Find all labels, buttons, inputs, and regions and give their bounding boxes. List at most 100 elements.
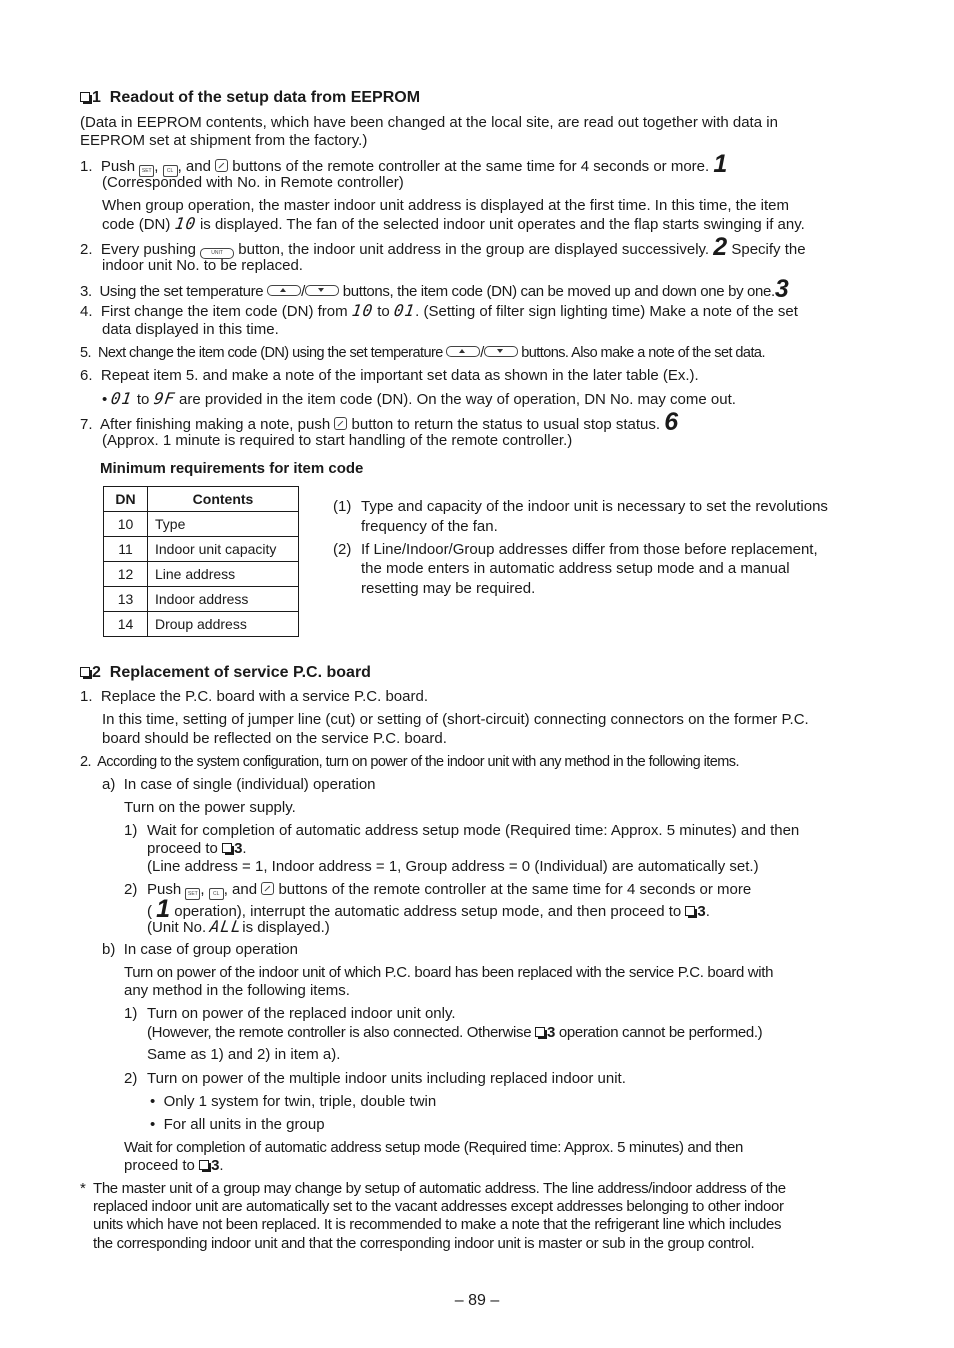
s2-step-1-para1: In this time, setting of jumper line (cu… <box>102 711 809 728</box>
s2-step-1: 1. Replace the P.C. board with a service… <box>80 688 428 706</box>
checkbox-square-icon <box>535 1027 548 1039</box>
step-text: buttons. Also make a note of the set dat… <box>521 345 765 361</box>
step-marker-1: 1 <box>713 150 728 178</box>
contents-cell: Indoor unit capacity <box>147 536 299 562</box>
case-label: a) <box>102 776 116 793</box>
text: . <box>242 840 247 857</box>
section-ref: 3 <box>697 903 706 920</box>
case-b-sub2: any method in the following items. <box>124 982 350 999</box>
set-button-icon: SET <box>185 888 201 900</box>
step-1-para-line2: code (DN) 10 is displayed. The fan of th… <box>102 214 805 234</box>
step-marker-6: 6 <box>664 408 679 436</box>
dn-cell: 14 <box>103 611 148 637</box>
separator: , and <box>223 881 258 898</box>
case-a-item1-num: 1) <box>124 822 138 839</box>
case-a-item1-line2: proceed to 3. <box>147 840 247 858</box>
separator: , and <box>177 158 211 175</box>
case-b-sub1: Turn on power of the indoor unit of whic… <box>124 964 774 981</box>
step-text: Repeat item 5. and make a note of the im… <box>100 367 699 384</box>
step-number: 2. <box>80 241 93 258</box>
contents-cell: Type <box>147 511 299 537</box>
table-row: 14 Droup address <box>103 611 299 637</box>
checkbox-square-icon <box>685 906 698 918</box>
case-b-bullet-2: • For all units in the group <box>150 1116 325 1134</box>
note-2-line2: the mode enters in automatic address set… <box>361 560 790 577</box>
bullet: • <box>150 1116 156 1133</box>
step-7-line2: (Approx. 1 minute is required to start h… <box>102 432 573 449</box>
section-ref: 3 <box>547 1024 556 1041</box>
lcd-code: 10 <box>350 301 375 320</box>
case-b-wait-line1: Wait for completion of automatic address… <box>124 1139 744 1156</box>
case-b-item1-line3: Same as 1) and 2) in item a). <box>147 1046 341 1063</box>
lcd-code: 01 <box>392 301 417 320</box>
note-2-num: (2) <box>333 541 352 558</box>
case-b-title: b) In case of group operation <box>102 941 298 959</box>
checkbox-square-icon <box>80 92 92 104</box>
footnote-line: the corresponding indoor unit and that t… <box>93 1235 755 1252</box>
note-1-line2: frequency of the fan. <box>361 518 498 535</box>
text: . <box>219 1157 224 1174</box>
text: are provided in the item code (DN). On t… <box>179 391 736 408</box>
step-text: . (Setting of filter sign lighting time)… <box>415 303 798 320</box>
table-row: 11 Indoor unit capacity <box>103 536 299 562</box>
case-a-item2-line3: (Unit No. ALLis displayed.) <box>147 917 330 937</box>
text: . <box>705 903 710 920</box>
text: operation cannot be performed.) <box>558 1024 763 1041</box>
section-number: 2 <box>92 664 101 681</box>
step-text: Next change the item code (DN) using the… <box>97 345 443 361</box>
step-text: Specify the <box>731 241 806 258</box>
case-b-bullet-1: • Only 1 system for twin, triple, double… <box>150 1093 436 1111</box>
step-text: After finishing making a note, push <box>100 416 331 433</box>
test-button-icon <box>215 159 229 172</box>
step-text: button, the indoor unit address in the g… <box>238 241 710 258</box>
header-dn: DN <box>103 486 148 512</box>
case-b-wait-line2: proceed to 3. <box>124 1157 224 1175</box>
bullet: • <box>102 391 108 408</box>
case-a-item2-line1: Push SET, CL, and buttons of the remote … <box>147 881 751 900</box>
step-number: 7. <box>80 416 93 433</box>
step-number: 5. <box>80 345 92 361</box>
dn-cell: 11 <box>103 536 148 562</box>
case-b-item1-line1: Turn on power of the replaced indoor uni… <box>147 1005 456 1022</box>
note-1-line1: Type and capacity of the indoor unit is … <box>361 498 828 515</box>
contents-cell: Droup address <box>147 611 299 637</box>
step-2-line2: indoor unit No. to be replaced. <box>102 257 303 274</box>
separator: , <box>200 881 205 898</box>
step-text: buttons of the remote controller at the … <box>232 158 710 175</box>
bullet-text: For all units in the group <box>163 1116 325 1133</box>
step-4: 4. First change the item code (DN) from … <box>80 301 798 321</box>
step-text: button to return the status to usual sto… <box>351 416 661 433</box>
cl-button-icon: CL <box>208 888 224 900</box>
text: (Unit No. <box>147 919 207 936</box>
step-1-line2: (Corresponded with No. in Remote control… <box>102 174 404 191</box>
step-text: Push <box>100 158 136 175</box>
case-a-item1-line3: (Line address = 1, Indoor address = 1, G… <box>147 858 759 875</box>
step-text: According to the system configuration, t… <box>97 754 739 770</box>
test-button-icon <box>334 417 348 430</box>
bullet-text: Only 1 system for twin, triple, double t… <box>163 1093 437 1110</box>
step-3: 3. Using the set temperature / buttons, … <box>80 277 789 302</box>
step-number: 1. <box>80 688 93 705</box>
step-6-bullet: • 01 to 9F are provided in the item code… <box>102 389 736 409</box>
step-5: 5. Next change the item code (DN) using … <box>80 344 765 362</box>
s2-step-1-para2: board should be reflected on the service… <box>102 730 447 747</box>
text: buttons of the remote controller at the … <box>278 881 752 898</box>
header-contents: Contents <box>147 486 299 512</box>
lcd-code: 10 <box>173 214 198 233</box>
step-number: 1. <box>80 158 93 175</box>
case-b-item1-line2: (However, the remote controller is also … <box>147 1024 763 1042</box>
text: is displayed.) <box>242 919 330 936</box>
step-text: buttons, the item code (DN) can be moved… <box>342 283 775 300</box>
temp-down-button-icon <box>304 285 339 296</box>
case-label: b) <box>102 941 116 958</box>
step-number: 2. <box>80 754 92 770</box>
section-2-heading: 2 Replacement of service P.C. board <box>80 664 371 682</box>
case-b-item1-num: 1) <box>124 1005 138 1022</box>
footnote-line: The master unit of a group may change by… <box>93 1180 786 1197</box>
item-code-table: DN Contents 10 Type 11 Indoor unit capacit… <box>103 486 299 637</box>
contents-cell: Indoor address <box>147 586 299 612</box>
checkbox-square-icon <box>199 1160 212 1172</box>
checkbox-square-icon <box>80 667 92 679</box>
footnote-mark: * <box>80 1180 86 1197</box>
step-marker-3: 3 <box>774 275 789 303</box>
